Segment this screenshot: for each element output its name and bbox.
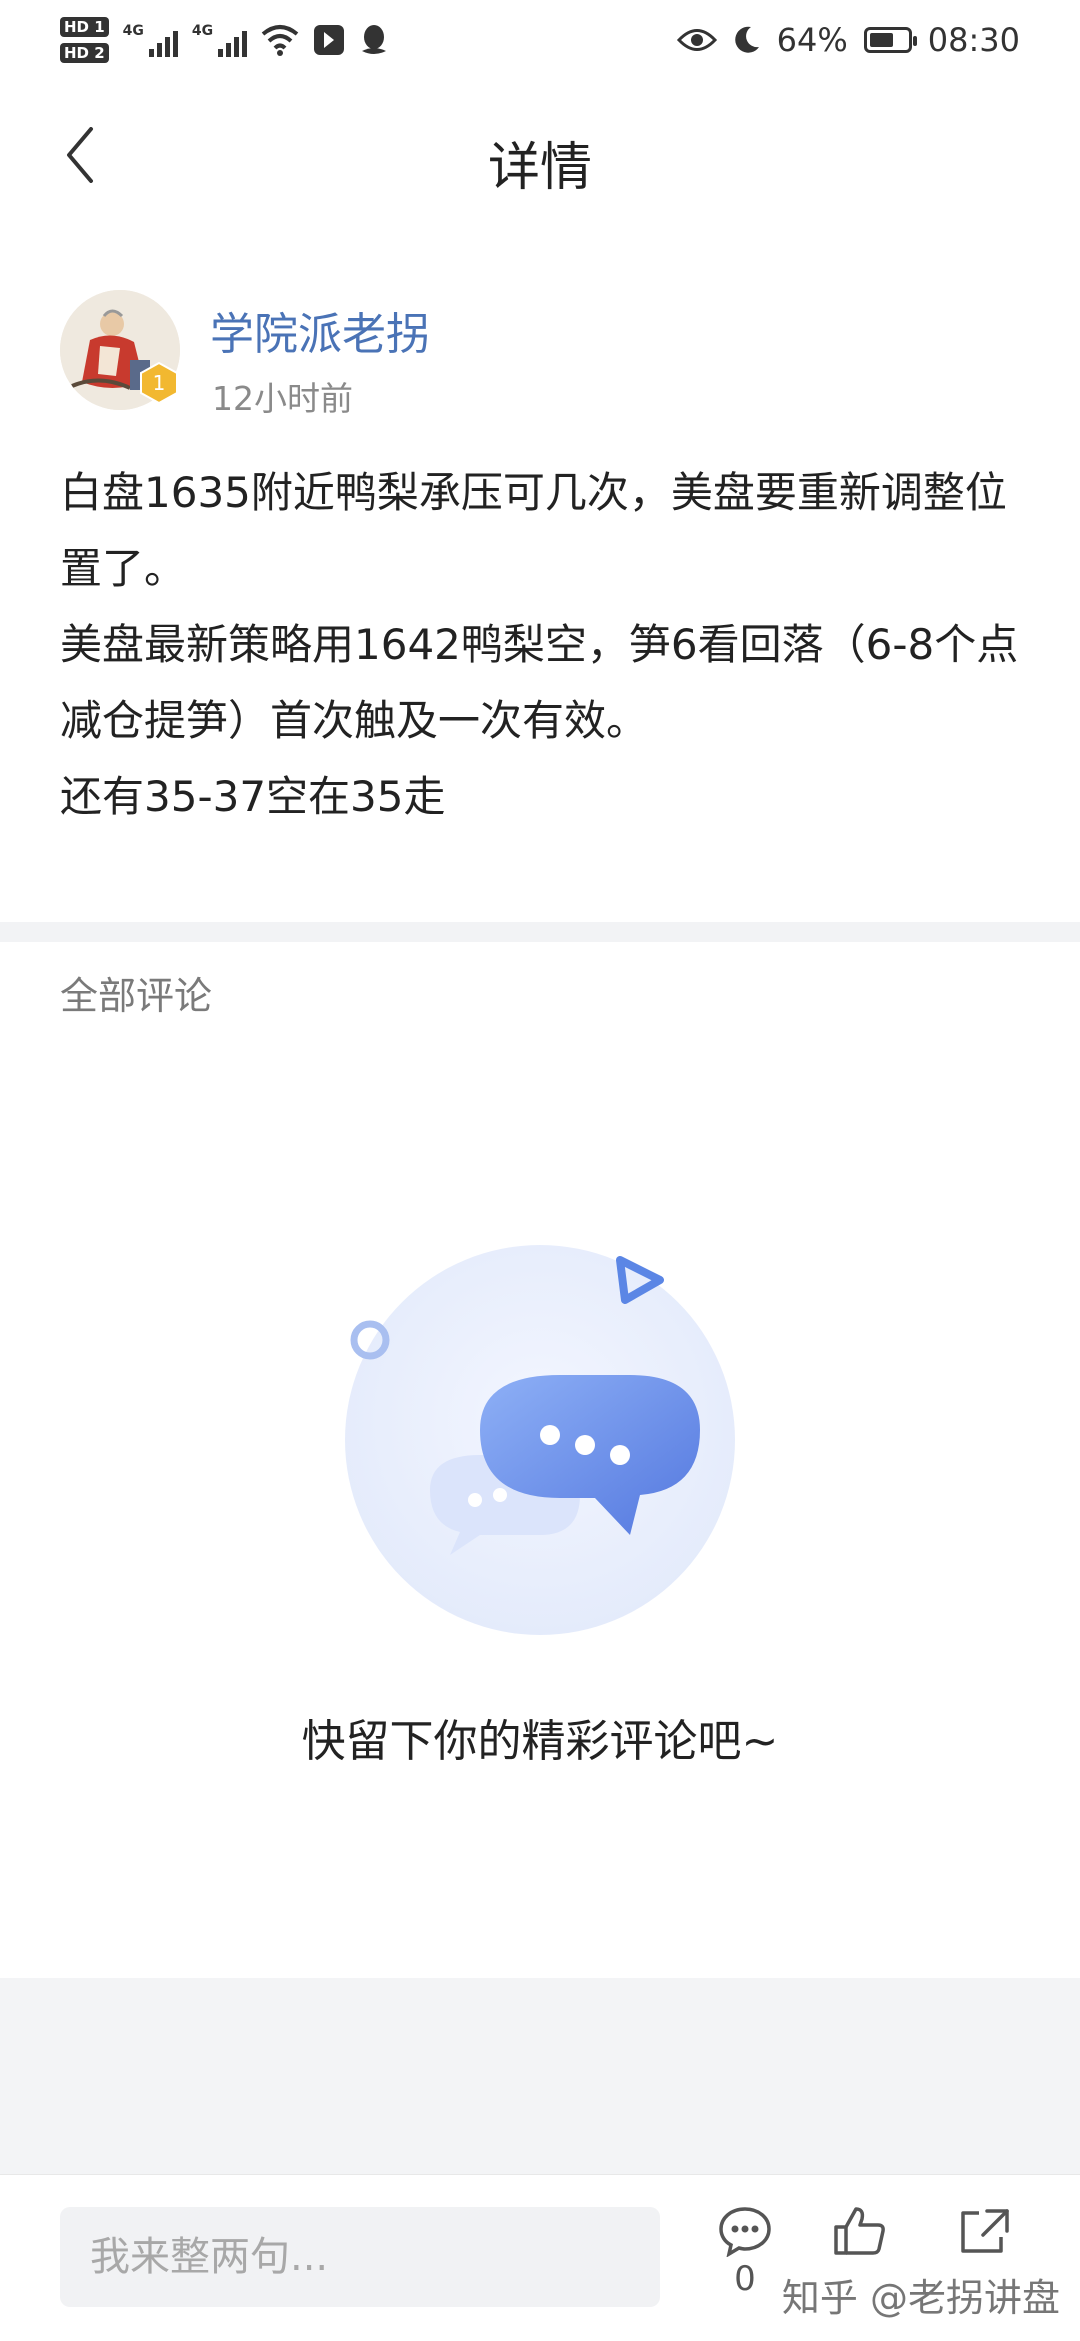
avatar[interactable]: 1 bbox=[60, 290, 180, 410]
battery-icon bbox=[863, 27, 917, 53]
comment-input[interactable] bbox=[60, 2207, 660, 2307]
network2-label: 4G bbox=[191, 23, 214, 39]
signal2-icon: 4G bbox=[191, 23, 248, 57]
post-content: 白盘1635附近鸭梨承压可几次，美盘要重新调整位置了。 美盘最新策略用1642鸭… bbox=[60, 455, 1020, 835]
clock: 08:30 bbox=[927, 21, 1020, 59]
comments-section-title: 全部评论 bbox=[60, 974, 213, 1018]
wifi-icon bbox=[261, 25, 299, 56]
moon-icon bbox=[734, 26, 759, 53]
sim1-label: HD 1 bbox=[60, 17, 109, 37]
post-line: 白盘1635附近鸭梨承压可几次，美盘要重新调整位置了。 bbox=[60, 468, 1007, 593]
empty-comments-text: 快留下你的精彩评论吧~ bbox=[301, 1716, 779, 1767]
qq-icon bbox=[362, 25, 387, 54]
comment-button[interactable]: 0 bbox=[705, 2205, 785, 2299]
sim-indicators: HD 1 HD 2 bbox=[60, 17, 109, 63]
badge-level: 1 bbox=[153, 371, 166, 395]
post-line: 还有35-37空在35走 bbox=[60, 772, 446, 821]
comment-icon bbox=[719, 2207, 771, 2257]
empty-comments-illustration bbox=[330, 1240, 750, 1660]
app-notification-icon bbox=[314, 25, 345, 55]
network1-label: 4G bbox=[122, 23, 144, 39]
share-button[interactable] bbox=[945, 2205, 1025, 2257]
status-right: 64% 08:30 bbox=[676, 12, 1020, 68]
header: 详情 bbox=[0, 80, 1080, 230]
bottom-action-bar: 0 知乎 @老拐讲盘 bbox=[0, 2174, 1080, 2341]
page-title: 详情 bbox=[487, 138, 592, 198]
level-badge: 1 bbox=[138, 361, 180, 405]
share-icon bbox=[961, 2209, 1009, 2253]
eye-icon bbox=[676, 29, 717, 51]
comment-count: 0 bbox=[734, 2259, 756, 2299]
battery-fill bbox=[869, 33, 893, 47]
content-spacer bbox=[0, 1978, 1080, 2174]
author-name[interactable]: 学院派老拐 bbox=[210, 298, 430, 362]
post-line: 美盘最新策略用1642鸭梨空，笋6看回落（6-8个点减仓提笋）首次触及一次有效。 bbox=[60, 620, 1019, 745]
post-time: 12小时前 bbox=[212, 379, 353, 418]
sim2-label: HD 2 bbox=[60, 43, 109, 63]
status-left: HD 1 HD 2 4G 4G bbox=[60, 12, 389, 68]
post-author: 1 学院派老拐 12小时前 bbox=[60, 290, 1020, 420]
status-bar: HD 1 HD 2 4G 4G 64% 08:30 bbox=[0, 0, 1080, 80]
watermark: 知乎 @老拐讲盘 bbox=[781, 2276, 1060, 2320]
signal-icon: 4G bbox=[123, 23, 178, 57]
like-icon bbox=[834, 2207, 885, 2255]
like-button[interactable] bbox=[820, 2205, 900, 2257]
section-divider bbox=[0, 922, 1080, 942]
battery-percent: 64% bbox=[776, 21, 848, 59]
